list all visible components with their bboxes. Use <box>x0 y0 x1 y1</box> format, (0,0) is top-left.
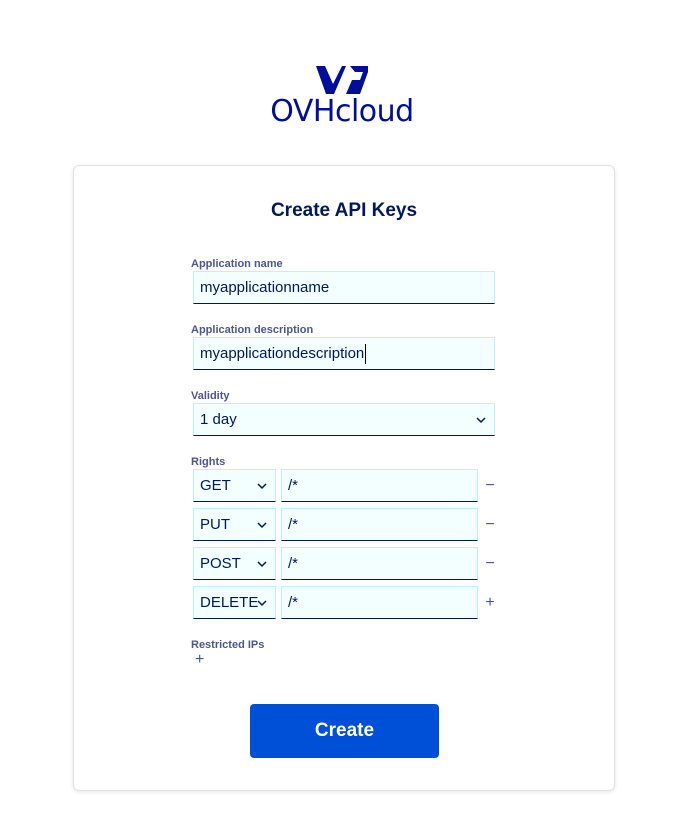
minus-icon: − <box>485 476 495 494</box>
validity-label: Validity <box>191 390 230 402</box>
ovhcloud-logo-icon <box>316 66 368 94</box>
chevron-down-icon <box>476 417 486 424</box>
rights-method-select[interactable]: DELETE <box>193 586 276 619</box>
application-name-input[interactable]: myapplicationname <box>193 271 495 304</box>
rights-path-input[interactable]: /* <box>281 508 478 541</box>
rights-path-value: /* <box>288 477 299 494</box>
minus-icon: − <box>485 515 495 533</box>
text-caret <box>365 344 367 365</box>
rights-method-value: GET <box>200 477 231 494</box>
restricted-ips-label: Restricted IPs <box>191 639 265 651</box>
rights-path-value: /* <box>288 555 299 572</box>
chevron-down-icon <box>257 600 267 607</box>
rights-path-input[interactable]: /* <box>281 469 478 502</box>
rights-label: Rights <box>191 456 226 468</box>
rights-method-value: POST <box>200 555 241 572</box>
validity-value: 1 day <box>200 411 237 428</box>
chevron-down-icon <box>257 483 267 490</box>
plus-icon: + <box>485 593 495 611</box>
chevron-down-icon <box>257 561 267 568</box>
remove-right-button[interactable]: − <box>482 469 498 502</box>
application-name-label: Application name <box>191 258 283 270</box>
rights-method-select[interactable]: POST <box>193 547 276 580</box>
add-right-button[interactable]: + <box>482 586 498 619</box>
remove-right-button[interactable]: − <box>482 508 498 541</box>
rights-path-value: /* <box>288 516 299 533</box>
validity-select[interactable]: 1 day <box>193 403 495 436</box>
application-name-value: myapplicationname <box>200 279 330 296</box>
rights-method-value: PUT <box>200 516 230 533</box>
rights-path-input[interactable]: /* <box>281 586 478 619</box>
rights-path-value: /* <box>288 594 299 611</box>
plus-icon: + <box>195 651 205 668</box>
rights-method-select[interactable]: PUT <box>193 508 276 541</box>
create-button[interactable]: Create <box>250 704 439 758</box>
add-restricted-ip-button[interactable]: + <box>195 652 204 668</box>
application-description-label: Application description <box>191 324 314 336</box>
application-description-input[interactable]: myapplicationdescription <box>193 337 495 370</box>
create-api-keys-card: Create API Keys Application name myappli… <box>73 165 615 791</box>
application-description-value: myapplicationdescription <box>200 345 365 362</box>
minus-icon: − <box>485 554 495 572</box>
page: OVHcloud Create API Keys Application nam… <box>0 0 684 833</box>
rights-path-input[interactable]: /* <box>281 547 478 580</box>
ovhcloud-logo: OVHcloud <box>0 64 684 128</box>
remove-right-button[interactable]: − <box>482 547 498 580</box>
rights-method-value: DELETE <box>200 594 259 611</box>
chevron-down-icon <box>257 522 267 529</box>
rights-method-select[interactable]: GET <box>193 469 276 502</box>
page-title: Create API Keys <box>270 200 418 221</box>
brand-name: OVHcloud <box>270 94 414 129</box>
